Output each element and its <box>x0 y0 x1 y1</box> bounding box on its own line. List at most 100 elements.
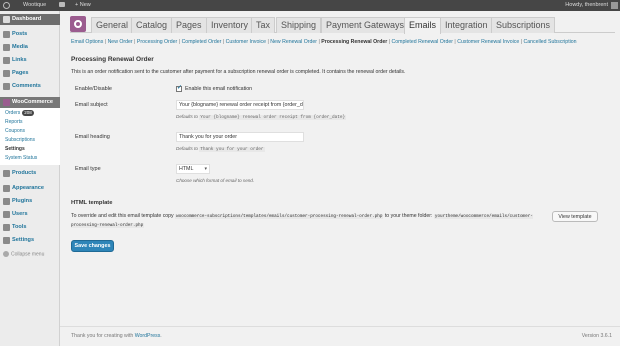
tab-emails[interactable]: Emails <box>404 17 442 34</box>
posts-icon <box>3 31 10 38</box>
email-sections-nav: Email Options | New Order | Processing O… <box>71 39 577 45</box>
sublink-processing-order[interactable]: Processing Order <box>137 39 177 45</box>
submenu-item-subscriptions[interactable]: Subscriptions <box>5 137 35 144</box>
sublink-customer-renewal-invoice[interactable]: Customer Renewal Invoice <box>457 39 519 45</box>
products-icon <box>3 170 10 177</box>
sidebar-item-label: Posts <box>12 31 28 37</box>
html-template-instructions: To override and edit this email template… <box>71 213 533 228</box>
template-source-path: woocommerce-subscriptions/templates/emai… <box>175 214 384 219</box>
tab-shipping[interactable]: Shipping <box>276 17 322 33</box>
email-type-hint: Choose which format of email to send. <box>176 178 255 183</box>
sidebar-item-label: WooCommerce <box>12 99 53 105</box>
sublink-processing-renewal-order[interactable]: Processing Renewal Order <box>321 39 387 45</box>
sidebar-item-woocommerce[interactable]: WooCommerce <box>0 97 60 108</box>
tools-icon <box>3 224 10 231</box>
sidebar-item-settings[interactable]: Settings <box>0 235 60 246</box>
submenu-item-orders[interactable]: Orders 208 <box>5 110 34 117</box>
sidebar-item-label: Users <box>12 211 28 217</box>
footer-divider <box>60 326 620 327</box>
submenu-item-system-status[interactable]: System Status <box>5 155 37 162</box>
footer-thanks: Thank you for creating with WordPress. <box>71 333 162 339</box>
email-heading-input[interactable]: Thank you for your order <box>176 132 304 142</box>
plugins-icon <box>3 198 10 205</box>
woocommerce-icon <box>3 99 10 106</box>
sublink-cancelled-subscription[interactable]: Cancelled Subscription <box>524 39 577 45</box>
new-content-link[interactable]: + New <box>75 0 91 11</box>
email-heading-hint: Defaults to Thank you for your order <box>176 146 265 152</box>
howdy-user-link[interactable]: Howdy, thenbrent <box>565 0 608 11</box>
tab-payment-gateways[interactable]: Payment Gateways <box>321 17 410 33</box>
sidebar-item-dashboard[interactable]: Dashboard <box>0 14 60 25</box>
sidebar-item-label: Pages <box>12 70 29 76</box>
tab-subscriptions[interactable]: Subscriptions <box>491 17 556 33</box>
sidebar-item-links[interactable]: Links <box>0 55 60 66</box>
orders-count-badge: 208 <box>22 110 34 116</box>
sidebar-item-label: Settings <box>12 237 35 243</box>
section-title: Processing Renewal Order <box>71 56 154 63</box>
email-subject-label: Email subject <box>75 102 108 108</box>
sublink-customer-invoice[interactable]: Customer Invoice <box>226 39 266 45</box>
sidebar-item-users[interactable]: Users <box>0 209 60 220</box>
sidebar-item-pages[interactable]: Pages <box>0 68 60 79</box>
tab-catalog[interactable]: Catalog <box>131 17 173 33</box>
collapse-arrow-icon <box>3 251 9 257</box>
sidebar-item-plugins[interactable]: Plugins <box>0 196 60 207</box>
comments-icon[interactable] <box>59 0 65 11</box>
submenu-item-settings[interactable]: Settings <box>5 146 25 153</box>
view-template-button[interactable]: View template <box>552 211 598 222</box>
html-template-title: HTML template <box>71 200 113 206</box>
woocommerce-logo-icon <box>70 16 86 32</box>
settings-icon <box>3 237 10 244</box>
heading-default-code: Thank you for your order <box>199 147 265 152</box>
wordpress-logo-icon[interactable] <box>3 0 10 11</box>
site-name-link[interactable]: Wootique <box>23 0 46 11</box>
footer-version: Version 3.6.1 <box>581 333 612 339</box>
pages-icon <box>3 70 10 77</box>
chevron-down-icon: ▾ <box>204 166 207 172</box>
sublink-completed-renewal-order[interactable]: Completed Renewal Order <box>392 39 453 45</box>
sidebar-item-posts[interactable]: Posts <box>0 29 60 40</box>
tab-integration[interactable]: Integration <box>440 17 493 33</box>
settings-tabs: General Catalog Pages Inventory Tax Ship… <box>70 14 615 34</box>
email-subject-hint: Defaults to Your {blogname} renewal orde… <box>176 114 347 120</box>
sublink-new-renewal-order[interactable]: New Renewal Order <box>270 39 317 45</box>
subject-default-code: Your {blogname} renewal order receipt fr… <box>199 115 347 120</box>
section-description: This is an order notification sent to th… <box>71 69 406 75</box>
tab-inventory[interactable]: Inventory <box>206 17 254 33</box>
wordpress-link[interactable]: WordPress <box>135 333 161 339</box>
sidebar-item-label: Plugins <box>12 198 33 204</box>
enable-notification-checkbox[interactable]: ✓ <box>176 85 182 92</box>
submenu-item-reports[interactable]: Reports <box>5 119 23 126</box>
tab-pages[interactable]: Pages <box>171 17 207 33</box>
email-type-select[interactable]: HTML ▾ <box>176 164 210 174</box>
sublink-new-order[interactable]: New Order <box>108 39 133 45</box>
tab-tax[interactable]: Tax <box>251 17 276 33</box>
sidebar-item-media[interactable]: Media <box>0 42 60 53</box>
tab-general[interactable]: General <box>91 17 134 33</box>
sidebar-item-label: Comments <box>12 83 41 89</box>
sidebar-item-appearance[interactable]: Appearance <box>0 183 60 194</box>
avatar[interactable] <box>611 2 618 9</box>
links-icon <box>3 57 10 64</box>
save-changes-button[interactable]: Save changes <box>71 240 114 252</box>
collapse-menu-button[interactable]: Collapse menu <box>3 251 44 257</box>
sidebar-item-label: Products <box>12 170 37 176</box>
dashboard-icon <box>3 16 10 23</box>
users-icon <box>3 211 10 218</box>
media-icon <box>3 44 10 51</box>
sublink-completed-order[interactable]: Completed Order <box>182 39 222 45</box>
submenu-item-coupons[interactable]: Coupons <box>5 128 25 135</box>
sublink-email-options[interactable]: Email Options <box>71 39 103 45</box>
sidebar-item-label: Dashboard <box>12 16 42 22</box>
email-subject-input[interactable]: Your {blogname} renewal order receipt fr… <box>176 100 304 110</box>
woocommerce-submenu: Orders 208 Reports Coupons Subscriptions … <box>0 108 60 165</box>
sidebar-item-label: Tools <box>12 224 27 230</box>
sidebar-item-comments[interactable]: Comments <box>0 81 60 92</box>
sidebar-item-tools[interactable]: Tools <box>0 222 60 233</box>
sidebar-item-label: Media <box>12 44 28 50</box>
enable-disable-label: Enable/Disable <box>75 86 112 92</box>
sidebar-item-products[interactable]: Products <box>0 168 60 179</box>
admin-sidebar: Dashboard Posts Media Links Pages Commen… <box>0 11 60 346</box>
email-heading-label: Email heading <box>75 134 110 140</box>
enable-notification-label[interactable]: Enable this email notification <box>185 86 252 92</box>
